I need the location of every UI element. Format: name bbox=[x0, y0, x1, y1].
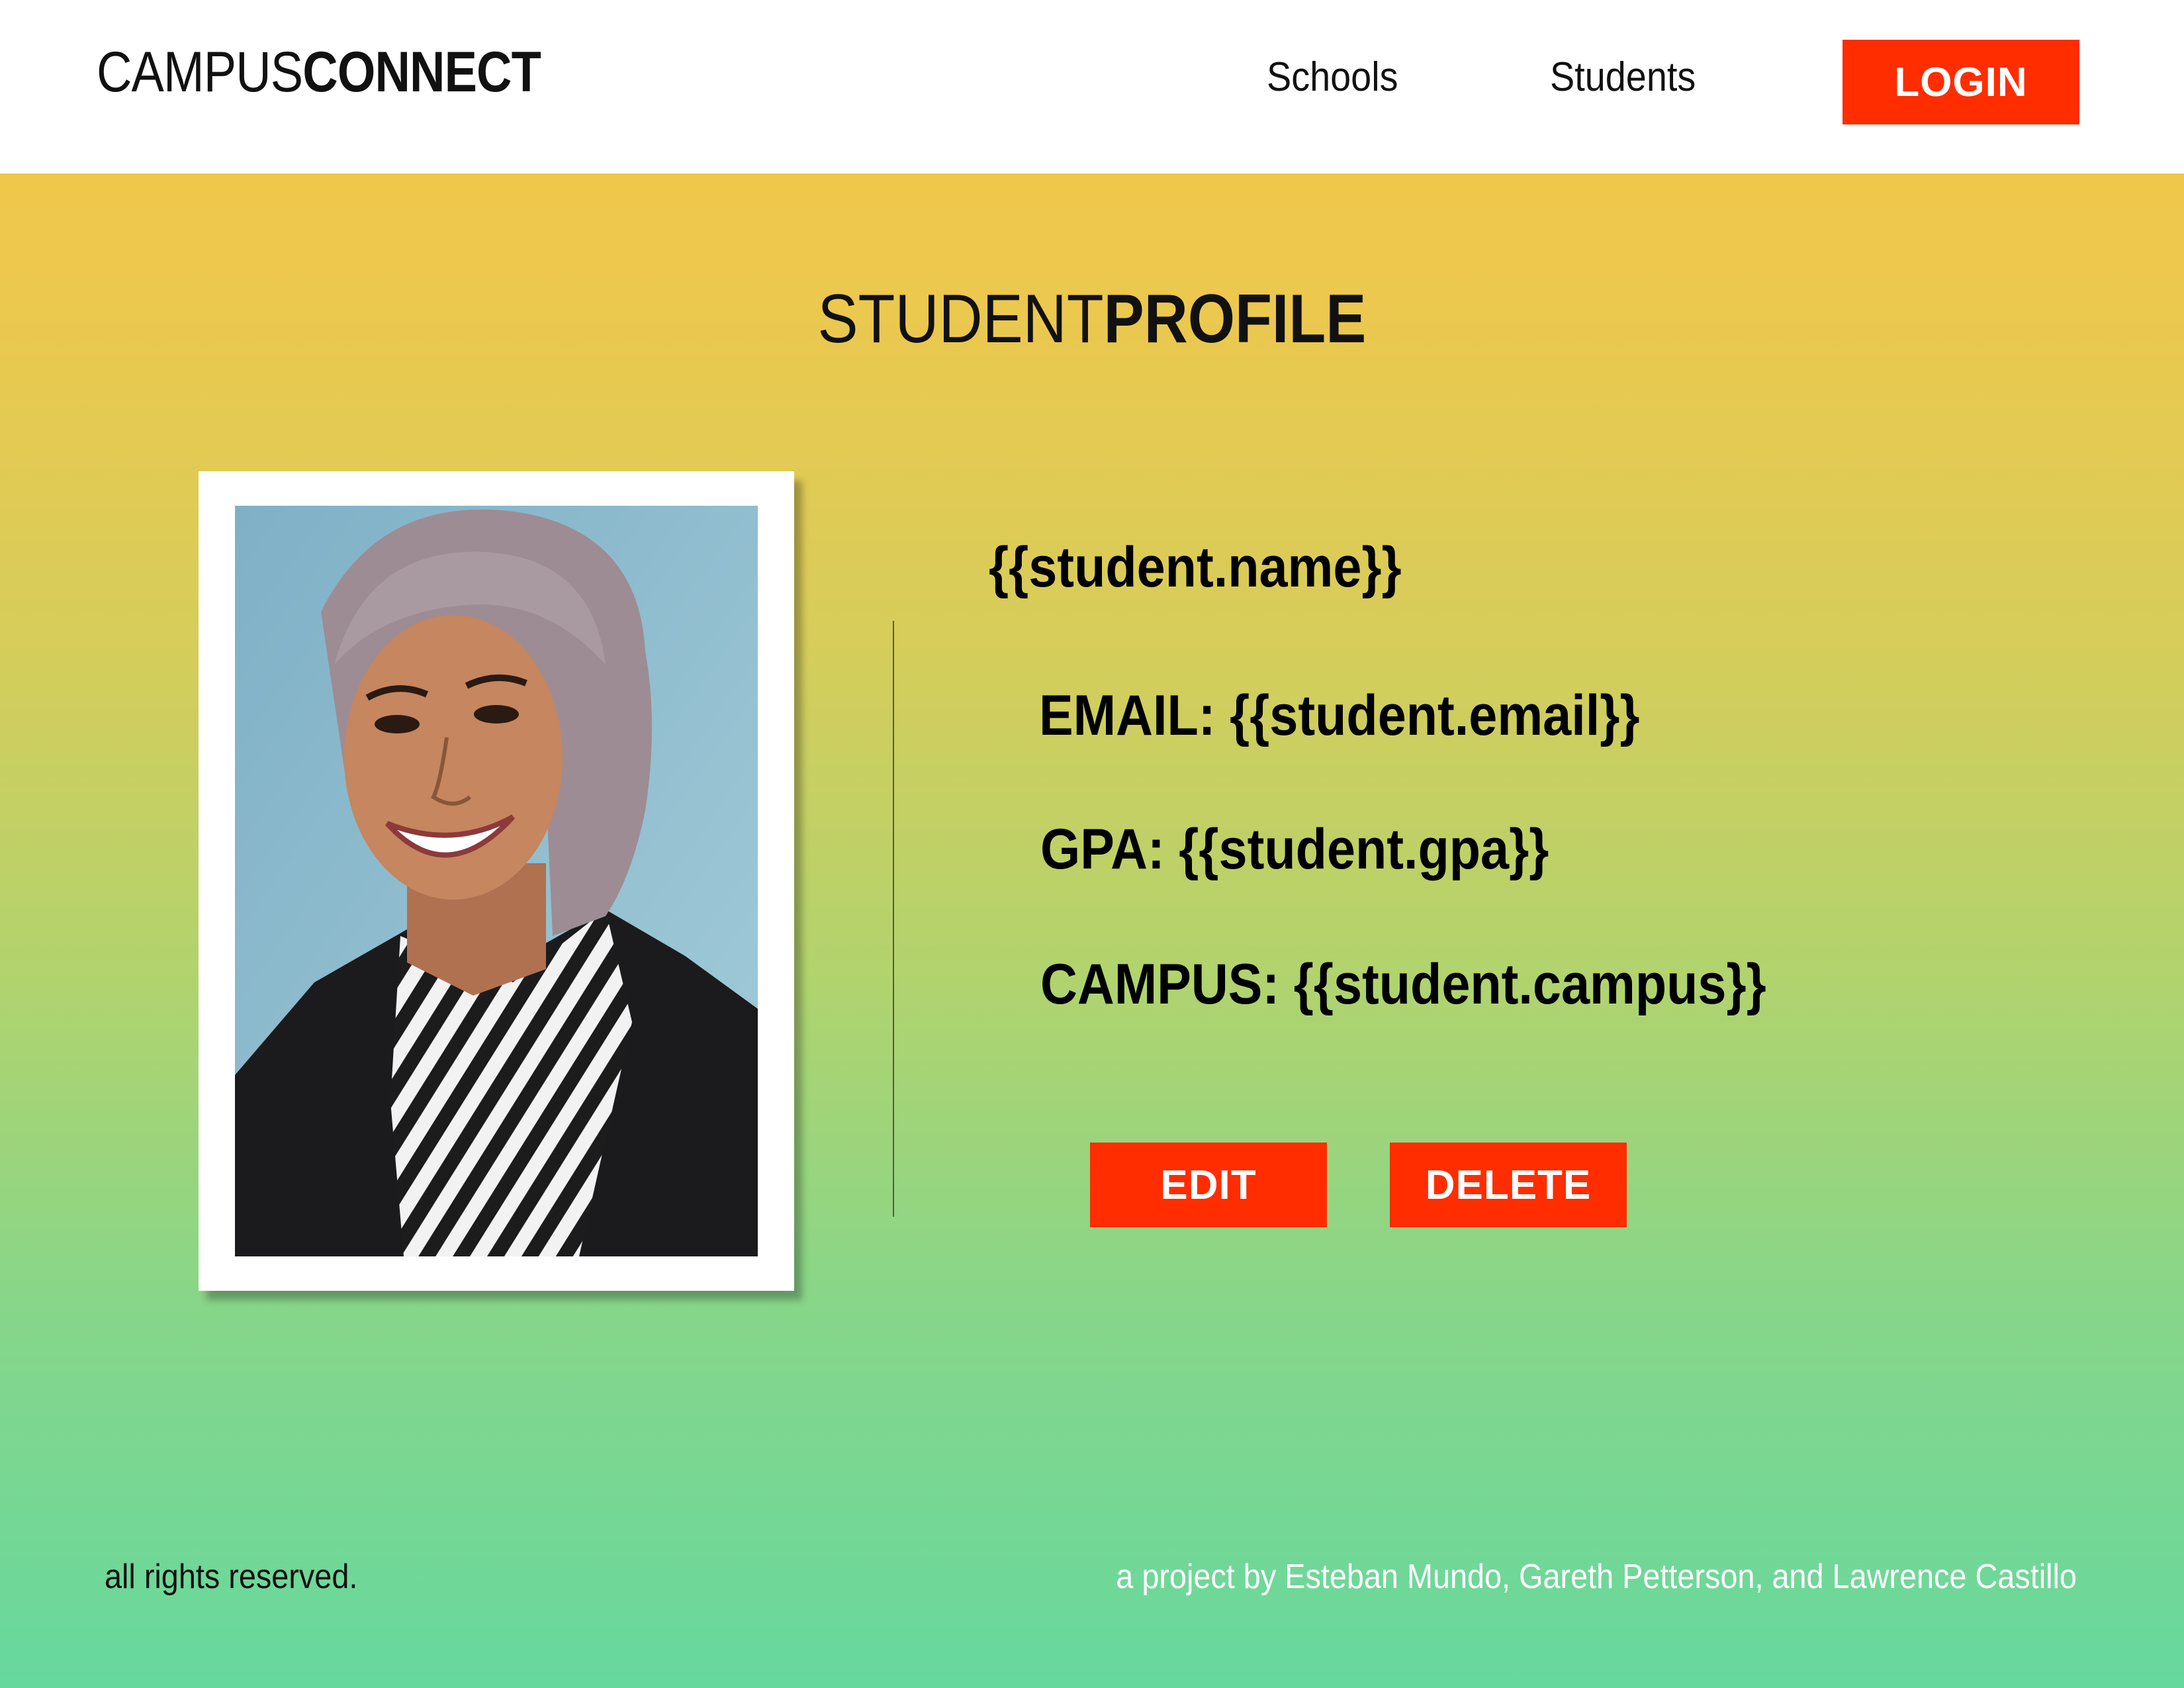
gpa-label: GPA: bbox=[1040, 818, 1165, 881]
footer-copyright: all rights reserved. bbox=[105, 1558, 358, 1596]
student-photo-frame bbox=[199, 471, 794, 1291]
vertical-divider bbox=[893, 621, 894, 1217]
logo-text-campus: CAMPUS bbox=[97, 40, 303, 104]
gpa-field: GPA: {{student.gpa}} bbox=[1040, 821, 1549, 878]
campus-value: {{student.campus}} bbox=[1293, 953, 1766, 1016]
student-name: {{student.name}} bbox=[989, 536, 1402, 599]
delete-button[interactable]: DELETE bbox=[1390, 1143, 1627, 1227]
nav-link-schools[interactable]: Schools bbox=[1267, 57, 1398, 98]
page-title: STUDENTPROFILE bbox=[0, 285, 2184, 353]
login-button[interactable]: LOGIN bbox=[1843, 40, 2079, 124]
email-label: EMAIL: bbox=[1039, 684, 1216, 747]
page-title-profile: PROFILE bbox=[1103, 281, 1367, 357]
logo-text-connect: CONNECT bbox=[302, 40, 541, 104]
email-value: {{student.email}} bbox=[1230, 684, 1640, 747]
campus-label: CAMPUS: bbox=[1040, 953, 1280, 1016]
student-photo bbox=[235, 506, 758, 1256]
nav-link-students[interactable]: Students bbox=[1550, 57, 1696, 98]
footer-credits: a project by Esteban Mundo, Gareth Pette… bbox=[1116, 1558, 2077, 1596]
page-title-student: STUDENT bbox=[817, 281, 1104, 357]
brand-logo[interactable]: CAMPUSCONNECT bbox=[97, 44, 541, 101]
edit-button[interactable]: EDIT bbox=[1090, 1143, 1327, 1227]
email-field: EMAIL: {{student.email}} bbox=[1039, 687, 1639, 744]
campus-field: CAMPUS: {{student.campus}} bbox=[1040, 956, 1766, 1013]
gpa-value: {{student.gpa}} bbox=[1179, 818, 1549, 881]
top-nav-bar: CAMPUSCONNECT Schools Students LOGIN bbox=[0, 0, 2184, 173]
